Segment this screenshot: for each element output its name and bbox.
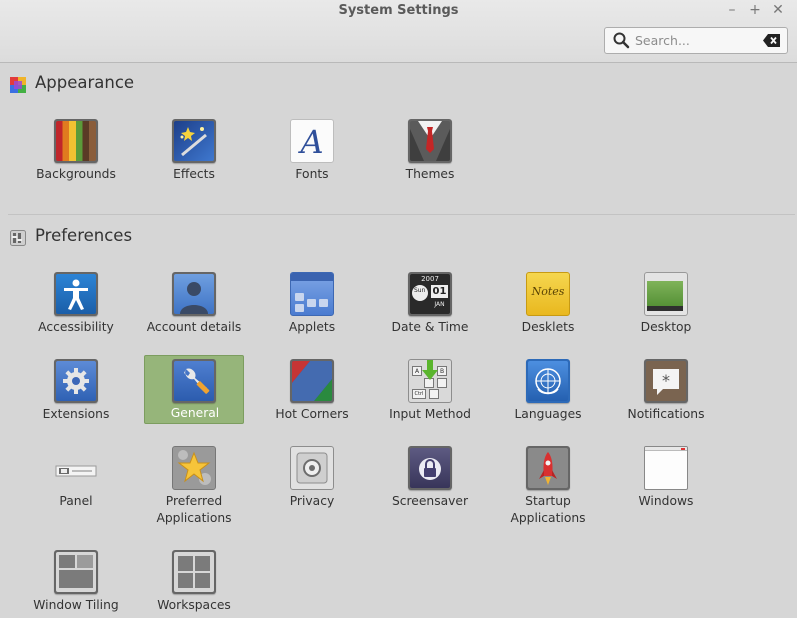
accessibility-icon <box>54 272 98 316</box>
rocket-icon <box>526 446 570 490</box>
clear-search-icon[interactable] <box>763 33 781 52</box>
window-tiling-item[interactable]: Window Tiling <box>25 547 125 616</box>
preferred-apps-icon <box>172 446 216 490</box>
preferred-applications-item[interactable]: Preferred Applications <box>143 443 243 525</box>
calendar-date: 01 <box>431 285 448 298</box>
item-label: Input Method <box>389 407 471 421</box>
svg-text:A: A <box>297 123 323 161</box>
languages-item[interactable]: Languages <box>497 356 597 425</box>
close-button[interactable]: ✕ <box>769 1 787 19</box>
item-label: Screensaver <box>391 494 469 508</box>
item-label: Date & Time <box>391 320 469 334</box>
accessibility-item[interactable]: Accessibility <box>25 269 125 338</box>
item-label: Accessibility <box>38 320 114 334</box>
search-box[interactable] <box>604 27 788 54</box>
backgrounds-item[interactable]: Backgrounds <box>25 116 125 185</box>
input-method-item[interactable]: A B Ctrl Input Method <box>379 356 479 425</box>
item-label: Privacy <box>289 494 335 508</box>
item-label: Startup Applications <box>510 494 586 525</box>
backgrounds-icon <box>54 119 98 163</box>
themes-icon <box>408 119 452 163</box>
section-separator <box>8 214 795 215</box>
windows-item[interactable]: Windows <box>615 443 715 512</box>
item-label: Languages <box>514 407 582 421</box>
item-label: Applets <box>288 320 336 334</box>
applets-icon <box>290 272 334 316</box>
calendar-year: 2007 <box>421 275 439 283</box>
extensions-icon <box>54 359 98 403</box>
item-label: Preferred Applications <box>156 494 232 525</box>
workspaces-icon <box>172 550 216 594</box>
startup-applications-item[interactable]: Startup Applications <box>497 443 597 525</box>
item-label: Window Tiling <box>33 598 119 612</box>
effects-icon <box>172 119 216 163</box>
item-label: General <box>170 406 220 420</box>
hot-corners-icon <box>290 359 334 403</box>
key-ctrl: Ctrl <box>412 389 426 399</box>
workspaces-item[interactable]: Workspaces <box>143 547 243 616</box>
account-details-item[interactable]: Account details <box>143 269 243 338</box>
item-label: Hot Corners <box>275 407 349 421</box>
item-label: Themes <box>405 167 455 181</box>
minimize-button[interactable]: – <box>723 1 741 19</box>
item-label: Effects <box>173 167 215 181</box>
item-label: Panel <box>59 494 93 508</box>
clock-icon: 2007 Sun 01 JAN <box>408 272 452 316</box>
account-icon <box>172 272 216 316</box>
desktop-item[interactable]: Desktop <box>615 269 715 338</box>
screensaver-icon <box>408 446 452 490</box>
section-title: Preferences <box>35 226 133 245</box>
key-a: A <box>412 366 422 376</box>
general-icon <box>172 359 216 403</box>
calendar-day: Sun <box>414 287 426 294</box>
desklets-icon: Notes <box>526 272 570 316</box>
themes-item[interactable]: Themes <box>379 116 479 185</box>
item-label: Desklets <box>521 320 575 334</box>
notifications-item[interactable]: * Notifications <box>615 356 715 425</box>
date-time-item[interactable]: 2007 Sun 01 JAN Date & Time <box>379 269 479 338</box>
privacy-item[interactable]: Privacy <box>261 443 361 512</box>
item-label: Workspaces <box>157 598 231 612</box>
item-label: Windows <box>638 494 694 508</box>
search-icon <box>613 32 630 53</box>
item-label: Backgrounds <box>36 167 116 181</box>
item-label: Account details <box>146 320 242 334</box>
effects-item[interactable]: Effects <box>143 116 243 185</box>
fonts-icon: A <box>290 119 334 163</box>
privacy-icon <box>290 446 334 490</box>
title-bar: System Settings – + ✕ <box>0 0 797 63</box>
fonts-item[interactable]: A Fonts <box>261 116 361 185</box>
applets-item[interactable]: Applets <box>261 269 361 338</box>
palette-icon <box>10 77 26 97</box>
item-label: Desktop <box>640 320 692 334</box>
keyboard-icon: A B Ctrl <box>408 359 452 403</box>
hot-corners-item[interactable]: Hot Corners <box>261 356 361 425</box>
notifications-icon: * <box>644 359 688 403</box>
windows-icon <box>644 446 688 490</box>
search-input[interactable] <box>635 31 759 50</box>
preferences-icon <box>10 230 26 250</box>
item-label: Extensions <box>42 407 110 421</box>
globe-icon <box>526 359 570 403</box>
desktop-icon <box>644 272 688 316</box>
item-label: Fonts <box>295 167 329 181</box>
general-item[interactable]: General <box>144 355 244 424</box>
panel-icon <box>54 446 98 490</box>
extensions-item[interactable]: Extensions <box>25 356 125 425</box>
window-tiling-icon <box>54 550 98 594</box>
section-title: Appearance <box>35 73 135 92</box>
key-b: B <box>437 366 447 376</box>
item-label: Notifications <box>627 407 705 421</box>
svg-text:*: * <box>662 371 670 390</box>
window-title: System Settings <box>338 3 459 18</box>
note-text: Notes <box>531 285 565 298</box>
desklets-item[interactable]: Notes Desklets <box>497 269 597 338</box>
panel-item[interactable]: Panel <box>25 443 125 512</box>
screensaver-item[interactable]: Screensaver <box>379 443 479 512</box>
calendar-month: JAN <box>434 301 445 308</box>
maximize-button[interactable]: + <box>746 1 764 19</box>
